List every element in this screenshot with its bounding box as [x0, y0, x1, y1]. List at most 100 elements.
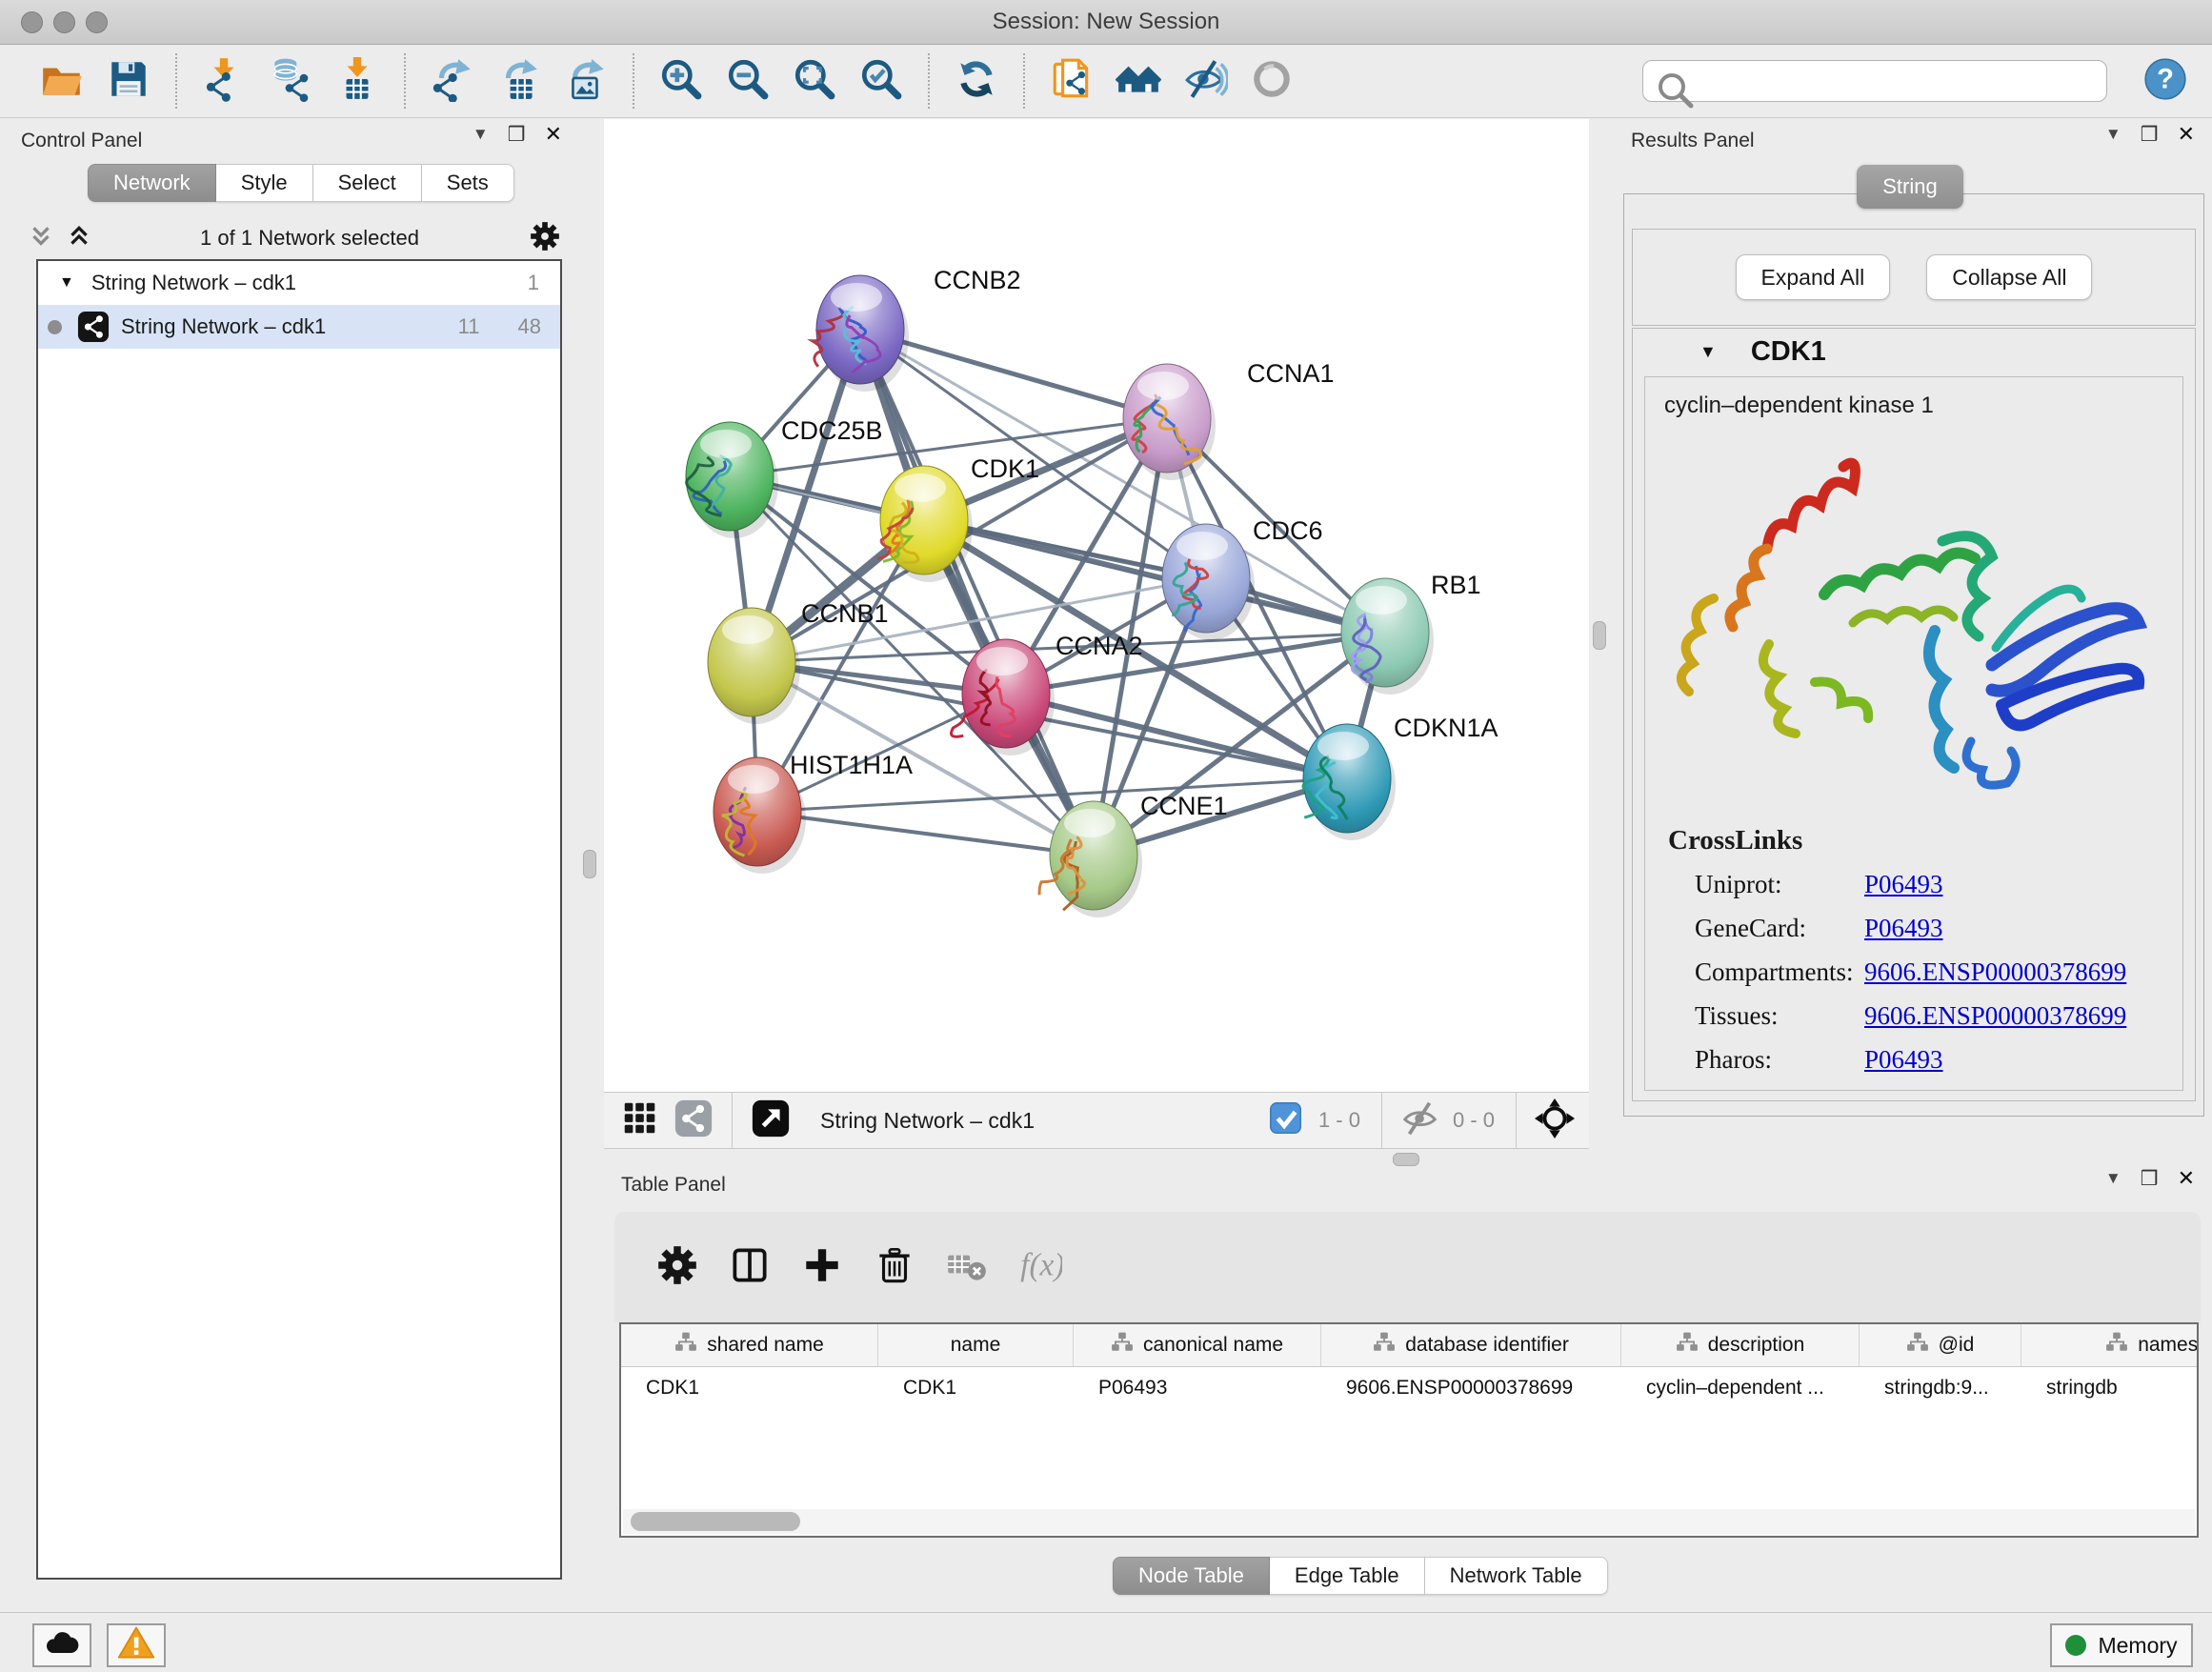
table-gear-button[interactable]	[650, 1239, 705, 1295]
tab-select[interactable]: Select	[313, 164, 422, 202]
zoom-fit-icon	[792, 56, 837, 107]
column-header-shared-name[interactable]: shared name	[621, 1324, 878, 1366]
share-gray-button[interactable]	[671, 1098, 716, 1143]
memory-button[interactable]: Memory	[2050, 1623, 2193, 1667]
table-delete-column-button[interactable]	[867, 1239, 922, 1295]
column-header-namespace[interactable]: namespace	[2021, 1324, 2199, 1366]
table-row[interactable]: CDK1CDK1P064939606.ENSP00000378699cyclin…	[621, 1367, 2197, 1409]
network-node[interactable]	[1303, 724, 1396, 840]
network-node[interactable]	[708, 608, 800, 724]
import-network-button[interactable]	[196, 53, 251, 109]
expand-all-networks-icon[interactable]	[67, 224, 91, 253]
table-cell[interactable]: 9606.ENSP00000378699	[1321, 1367, 1621, 1409]
scrollbar-thumb[interactable]	[631, 1512, 800, 1531]
svg-text:RB1: RB1	[1431, 571, 1481, 599]
search-input[interactable]	[1642, 60, 2107, 102]
table-horizontal-scrollbar[interactable]	[623, 1509, 2195, 1534]
zoom-in-button[interactable]	[654, 53, 709, 109]
network-node[interactable]	[952, 639, 1055, 755]
results-panel-collapse-icon[interactable]: ▼	[2105, 125, 2122, 144]
table-cell[interactable]: stringdb:9...	[1860, 1367, 2021, 1409]
crosslink-link[interactable]: 9606.ENSP00000378699	[1864, 1001, 2126, 1031]
import-table-button[interactable]	[330, 53, 385, 109]
column-header-name[interactable]: name	[878, 1324, 1074, 1366]
table-add-column-button[interactable]	[794, 1239, 850, 1295]
network-node[interactable]	[1039, 801, 1142, 917]
tab-style[interactable]: Style	[216, 164, 313, 202]
zoom-out-button[interactable]	[720, 53, 775, 109]
crosshair-button[interactable]	[1532, 1098, 1578, 1143]
network-node[interactable]	[877, 466, 973, 582]
table-panel-collapse-icon[interactable]: ▼	[2105, 1169, 2122, 1188]
table-panel-float-icon[interactable]: ❒	[2141, 1167, 2159, 1191]
warning-button[interactable]	[107, 1623, 166, 1667]
table-cell[interactable]: cyclin–dependent ...	[1621, 1367, 1860, 1409]
network-collection-count: 1	[528, 271, 539, 295]
network-node[interactable]	[1123, 364, 1216, 480]
zoom-fit-button[interactable]	[787, 53, 842, 109]
crosslink-link[interactable]: 9606.ENSP00000378699	[1864, 957, 2126, 987]
tab-string[interactable]: String	[1857, 165, 1963, 209]
gene-expander-icon[interactable]: ▼	[1699, 342, 1717, 362]
export-table-button[interactable]	[492, 53, 547, 109]
column-header-description[interactable]: description	[1621, 1324, 1860, 1366]
results-panel-float-icon[interactable]: ❒	[2141, 123, 2159, 147]
results-panel-close-icon[interactable]: ✕	[2178, 122, 2195, 147]
cloud-button[interactable]	[32, 1623, 91, 1667]
expand-all-button[interactable]: Expand All	[1736, 254, 1891, 300]
crosslink-row: GeneCard:P06493	[1645, 906, 2182, 950]
collapse-all-button[interactable]: Collapse All	[1926, 254, 2092, 300]
checkbox-button[interactable]	[1263, 1098, 1309, 1143]
control-panel-float-icon[interactable]: ❒	[508, 123, 526, 147]
right-splitter-handle[interactable]	[1593, 621, 1606, 650]
column-header-database-identifier[interactable]: database identifier	[1321, 1324, 1621, 1366]
collapse-all-networks-icon[interactable]	[29, 224, 53, 253]
svg-text:CCNB1: CCNB1	[801, 599, 889, 628]
tab-sets[interactable]: Sets	[422, 164, 514, 202]
tab-network-table[interactable]: Network Table	[1425, 1557, 1608, 1595]
table-cell[interactable]: CDK1	[878, 1367, 1074, 1409]
network-node[interactable]	[1341, 578, 1434, 695]
network-node[interactable]	[813, 275, 909, 392]
refresh-button[interactable]	[949, 53, 1004, 109]
gene-panel-header[interactable]: ▼ CDK1	[1633, 329, 2195, 374]
table-columns-button[interactable]	[722, 1239, 777, 1295]
tab-edge-table[interactable]: Edge Table	[1270, 1557, 1425, 1595]
network-canvas[interactable]: CCNB2CCNA1CDC25BCDK1CDC6RB1CCNB1CCNA2CDK…	[604, 119, 1589, 1092]
zoom-selected-button[interactable]	[854, 53, 909, 109]
save-session-button[interactable]	[101, 53, 156, 109]
control-panel-collapse-icon[interactable]: ▼	[473, 125, 489, 144]
table-panel-close-icon[interactable]: ✕	[2178, 1166, 2195, 1191]
help-button[interactable]: ?	[2142, 57, 2189, 105]
export-network-button[interactable]	[425, 53, 480, 109]
network-from-file-button[interactable]	[1044, 53, 1099, 109]
network-collection-row[interactable]: ▼ String Network – cdk1 1	[38, 261, 560, 305]
network-options-gear-icon[interactable]	[528, 219, 562, 258]
presentation-button[interactable]	[1244, 53, 1299, 109]
open-window-button[interactable]	[748, 1098, 794, 1143]
crosslink-link[interactable]: P06493	[1864, 914, 1943, 943]
import-network-database-button[interactable]	[263, 53, 318, 109]
tab-node-table[interactable]: Node Table	[1113, 1557, 1270, 1595]
table-cell[interactable]: stringdb	[2021, 1367, 2199, 1409]
open-session-button[interactable]	[34, 53, 90, 109]
control-panel-header: Control Panel ▼ ❒ ✕	[21, 122, 570, 160]
export-image-button[interactable]	[558, 53, 613, 109]
control-panel-close-icon[interactable]: ✕	[545, 122, 562, 147]
table-cell[interactable]: P06493	[1074, 1367, 1321, 1409]
table-cell[interactable]: CDK1	[621, 1367, 878, 1409]
tab-network[interactable]: Network	[88, 164, 216, 202]
network-node[interactable]	[1162, 524, 1255, 640]
crosslink-link[interactable]: P06493	[1864, 870, 1943, 899]
crosslink-link[interactable]: P06493	[1864, 1045, 1943, 1075]
column-header--id[interactable]: @id	[1860, 1324, 2021, 1366]
grid-button[interactable]	[617, 1098, 663, 1143]
network-row-selected[interactable]: String Network – cdk1 11 48	[38, 305, 560, 349]
hidden-eye-button	[1398, 1098, 1443, 1143]
left-splitter-handle[interactable]	[583, 850, 596, 878]
tree-expander-icon[interactable]: ▼	[59, 274, 74, 292]
hide-panels-button[interactable]	[1177, 53, 1233, 109]
column-header-canonical-name[interactable]: canonical name	[1074, 1324, 1321, 1366]
home-button[interactable]	[1111, 53, 1166, 109]
bottom-splitter-handle[interactable]	[1393, 1153, 1419, 1166]
